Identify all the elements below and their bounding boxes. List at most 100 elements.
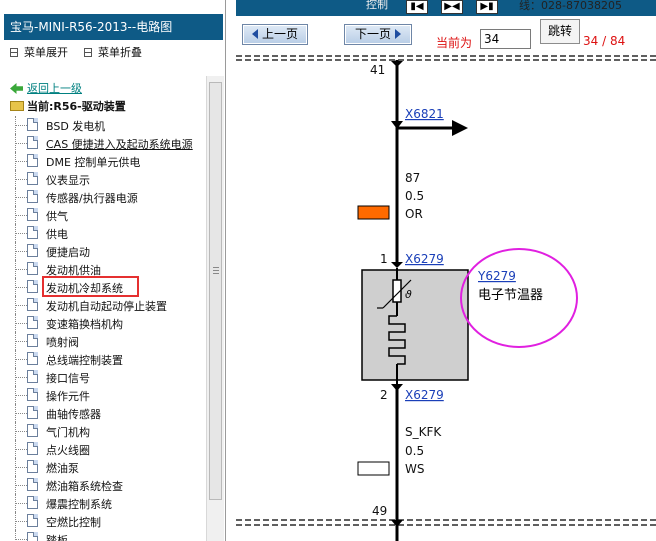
tree-item-label[interactable]: 空燃比控制 (46, 514, 101, 530)
connector-x6821-link[interactable]: X6821 (405, 107, 444, 121)
tree-item[interactable]: 点火线圈 (4, 440, 206, 458)
tree-item[interactable]: DME 控制单元供电 (4, 152, 206, 170)
tree-item[interactable]: CAS 便捷进入及起动系统电源 (4, 134, 206, 152)
first-page-icon[interactable]: ▮◀ (406, 0, 428, 14)
component-box[interactable] (361, 269, 469, 381)
wiring-diagram-svg: 41 X6821 87 0.5 OR 1 X6279 ϑ Y6279 电子节温器… (236, 55, 656, 541)
tree-list: BSD 发电机 CAS 便捷进入及起动系统电源 DME 控制单元供电 仪表显示传感器/… (4, 116, 206, 541)
prev-page-button[interactable]: 上一页 (242, 24, 308, 45)
tree-item[interactable]: 变速箱换档机构 (4, 314, 206, 332)
pin1-number: 1 (380, 252, 388, 266)
document-icon (27, 442, 38, 455)
wire-top-size: 0.5 (405, 189, 424, 203)
document-icon (27, 370, 38, 383)
document-icon (27, 190, 38, 203)
tree-item-label[interactable]: 燃油箱系统检查 (46, 478, 123, 494)
tree-item-label[interactable]: 曲轴传感器 (46, 406, 101, 422)
tree-item[interactable]: 燃油泵 (4, 458, 206, 476)
document-icon (27, 514, 38, 527)
tree-item[interactable]: 气门机构 (4, 422, 206, 440)
tree-item-label[interactable]: CAS 便捷进入及起动系统电源 (46, 136, 193, 152)
tree-item-label[interactable]: 发动机自动起动停止装置 (46, 298, 167, 314)
tree-item-label[interactable]: DME 控制单元供电 (46, 154, 140, 170)
tree-item-label[interactable]: 点火线圈 (46, 442, 90, 458)
tree-item-label[interactable]: 燃油泵 (46, 460, 79, 476)
document-icon (27, 172, 38, 185)
document-icon (27, 262, 38, 275)
tree-connector-line (15, 269, 27, 270)
bottom-pin-arrow-icon (391, 520, 403, 527)
component-id-link[interactable]: Y6279 (477, 269, 516, 283)
wire-bottom-color-swatch (357, 461, 390, 476)
connector-pin2-link[interactable]: X6279 (405, 388, 444, 402)
scrollbar-thumb[interactable] (209, 82, 222, 500)
top-pin-arrow-icon (391, 61, 403, 67)
pin1-arrow-icon (391, 262, 403, 268)
tree-item-label[interactable]: 操作元件 (46, 388, 90, 404)
tree-item[interactable]: 空燃比控制 (4, 512, 206, 530)
connector-pin1-link[interactable]: X6279 (405, 252, 444, 266)
tree-item-label[interactable]: 变速箱换档机构 (46, 316, 123, 332)
tree-item-label[interactable]: 总线端控制装置 (46, 352, 123, 368)
tree-item-label[interactable]: BSD 发电机 (46, 118, 105, 134)
next-page-button[interactable]: 下一页 (344, 24, 412, 45)
panel-title: 宝马-MINI-R56-2013--电路图 (4, 14, 223, 40)
document-icon (27, 154, 38, 167)
tree-item-label[interactable]: 喷射阀 (46, 334, 79, 350)
tree-connector-line (15, 503, 27, 504)
tree-item[interactable]: 喷射阀 (4, 332, 206, 350)
toolbar: 控制 ▮◀ ▶◀ ▶▮ 线：028-87038205 上一页 下一页 当前为 跳… (236, 0, 656, 54)
tree-item-label[interactable]: 便捷启动 (46, 244, 90, 260)
document-icon (27, 388, 38, 401)
folder-icon (10, 101, 24, 111)
tree-item-label[interactable]: 传感器/执行器电源 (46, 190, 138, 206)
tree-item[interactable]: 操作元件 (4, 386, 206, 404)
tree-connector-line (15, 413, 27, 414)
tree-item[interactable]: 便捷启动 (4, 242, 206, 260)
tree-item-label[interactable]: 接口信号 (46, 370, 90, 386)
menu-expand-button[interactable]: 菜单展开 (10, 44, 68, 60)
wire-top-color: OR (405, 207, 423, 221)
tree-item[interactable]: 燃油箱系统检查 (4, 476, 206, 494)
tree-connector-line (15, 233, 27, 234)
tree-item[interactable]: 总线端控制装置 (4, 350, 206, 368)
tree-connector-line (15, 467, 27, 468)
current-node: 当前:R56-驱动装置 (10, 98, 126, 114)
tree-item[interactable]: 踏板 (4, 530, 206, 541)
menu-collapse-button[interactable]: 菜单折叠 (84, 44, 142, 60)
last-page-icon[interactable]: ▶▮ (476, 0, 498, 14)
scrollbar-grip-icon (213, 267, 219, 276)
tree-item-label[interactable]: 踏板 (46, 532, 68, 541)
document-icon (27, 118, 38, 131)
tree-item[interactable]: BSD 发电机 (4, 116, 206, 134)
tree-item[interactable]: 供电 (4, 224, 206, 242)
tree-item[interactable]: 仪表显示 (4, 170, 206, 188)
tree-connector-line (15, 125, 27, 126)
jump-button[interactable]: 跳转 (540, 19, 580, 44)
tree-item-label[interactable]: 供电 (46, 226, 68, 242)
tree-connector-line (15, 287, 27, 288)
vertical-scrollbar[interactable] (206, 76, 224, 541)
current-node-label: R56-驱动装置 (53, 100, 126, 113)
tree-item[interactable]: 曲轴传感器 (4, 404, 206, 422)
tree-connector-line (15, 521, 27, 522)
tree-item[interactable]: 供气 (4, 206, 206, 224)
back-link[interactable]: 返回上一级 (27, 82, 82, 95)
document-icon (27, 352, 38, 365)
tree-item[interactable]: 接口信号 (4, 368, 206, 386)
tree-item-label[interactable]: 气门机构 (46, 424, 90, 440)
tree-item[interactable]: 发动机自动起动停止装置 (4, 296, 206, 314)
nav-icon[interactable]: ▶◀ (441, 0, 463, 14)
tree-item-label[interactable]: 仪表显示 (46, 172, 90, 188)
tree-item-label[interactable]: 爆震控制系统 (46, 496, 112, 512)
tree-item-label[interactable]: 供气 (46, 208, 68, 224)
tree-item[interactable]: 发动机冷却系统 (4, 276, 206, 297)
tree-item[interactable]: 传感器/执行器电源 (4, 188, 206, 206)
prev-arrow-icon (251, 29, 258, 39)
tree-connector-line (15, 395, 27, 396)
back-link-row[interactable]: 返回上一级 (10, 80, 82, 96)
page-number-input[interactable] (480, 29, 531, 49)
document-icon (27, 424, 38, 437)
tree-item[interactable]: 爆震控制系统 (4, 494, 206, 512)
document-icon (27, 334, 38, 347)
